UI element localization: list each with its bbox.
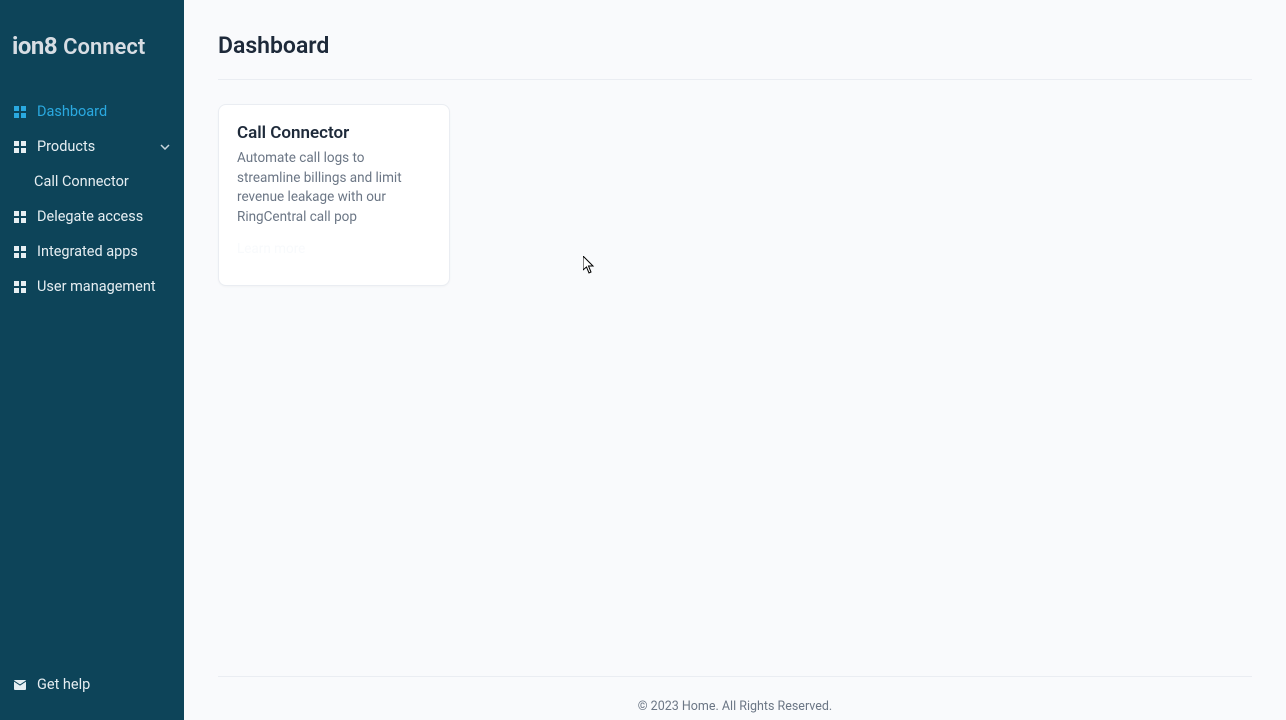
sidebar-subitem-call-connector[interactable]: Call Connector [0, 164, 184, 199]
logo-brand: ion8 [12, 32, 57, 60]
footer-copyright: © 2023 Home. All Rights Reserved. [252, 691, 1218, 714]
sidebar-item-integrated-apps[interactable]: Integrated apps [0, 234, 184, 269]
sidebar-footer: Get help [0, 667, 184, 720]
card-learn-more-link[interactable]: Learn more [237, 241, 431, 257]
footer: © 2023 Home. All Rights Reserved. [218, 676, 1252, 720]
sidebar-item-label: Products [37, 138, 95, 155]
sidebar-item-label: Call Connector [34, 173, 129, 190]
grid-icon [14, 246, 26, 258]
sidebar: ion8 Connect Dashboard Products Call [0, 0, 184, 720]
grid-icon [14, 211, 26, 223]
sidebar-item-get-help[interactable]: Get help [0, 667, 184, 702]
sidebar-item-label: Integrated apps [37, 243, 138, 260]
grid-icon [14, 281, 26, 293]
card-description: Automate call logs to streamline billing… [237, 149, 431, 227]
sidebar-item-products[interactable]: Products [0, 129, 184, 164]
sidebar-item-user-management[interactable]: User management [0, 269, 184, 304]
grid-icon [14, 141, 26, 153]
logo-product: Connect [63, 35, 145, 60]
card-call-connector[interactable]: Call Connector Automate call logs to str… [218, 104, 450, 286]
sidebar-nav: Dashboard Products Call Connector Delega… [0, 88, 184, 667]
cursor-icon [583, 256, 595, 274]
card-title: Call Connector [237, 123, 431, 143]
main-content: Dashboard Call Connector Automate call l… [184, 0, 1286, 720]
grid-icon [14, 106, 26, 118]
sidebar-item-dashboard[interactable]: Dashboard [0, 94, 184, 129]
sidebar-item-label: Dashboard [37, 103, 107, 120]
sidebar-item-delegate-access[interactable]: Delegate access [0, 199, 184, 234]
page-title: Dashboard [218, 32, 1252, 80]
sidebar-item-label: Get help [37, 676, 90, 693]
logo: ion8 Connect [0, 0, 184, 88]
sidebar-item-label: User management [37, 278, 156, 295]
mail-icon [14, 680, 26, 690]
chevron-down-icon [160, 140, 170, 153]
sidebar-item-label: Delegate access [37, 208, 143, 225]
